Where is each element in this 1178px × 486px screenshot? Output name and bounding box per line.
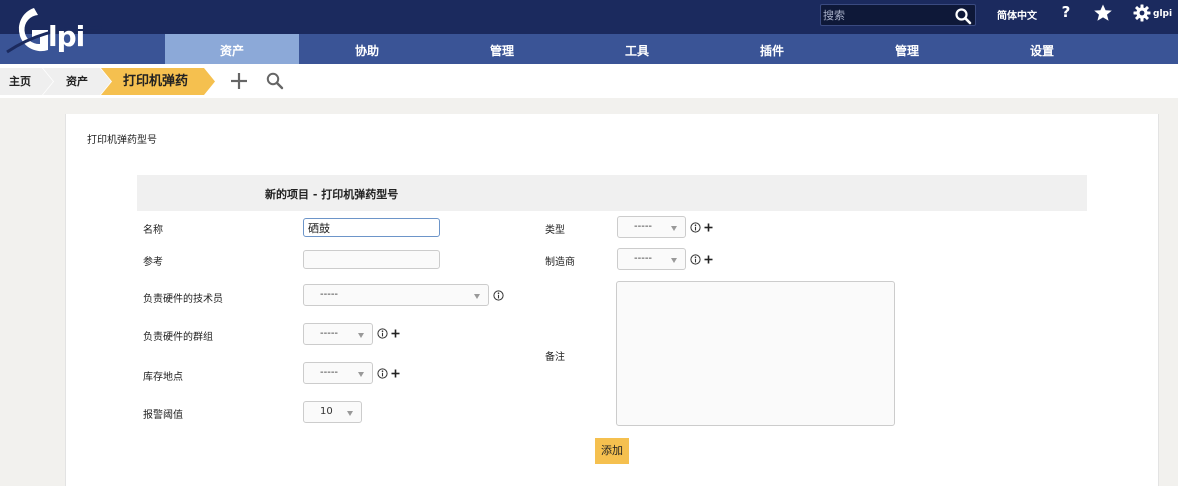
group-label: 负责硬件的群组 bbox=[143, 332, 213, 343]
star-icon[interactable] bbox=[1093, 3, 1113, 23]
menu-administration[interactable]: 管理 bbox=[840, 34, 974, 64]
menu-settings[interactable]: 设置 bbox=[975, 34, 1109, 64]
name-field[interactable] bbox=[303, 218, 440, 237]
menu-assistance[interactable]: 协助 bbox=[300, 34, 434, 64]
search-list-icon[interactable] bbox=[265, 71, 285, 91]
info-icon[interactable] bbox=[377, 368, 388, 379]
notes-textarea[interactable] bbox=[616, 281, 895, 426]
manufacturer-label: 制造商 bbox=[545, 257, 575, 268]
location-label: 库存地点 bbox=[143, 372, 183, 383]
technician-value: ----- bbox=[320, 289, 339, 300]
form-title: 新的项目 - 打印机弹药型号 bbox=[265, 188, 399, 201]
notes-label: 备注 bbox=[545, 352, 565, 363]
breadcrumb-home[interactable]: 主页 bbox=[9, 68, 31, 95]
add-type-icon[interactable] bbox=[704, 223, 713, 232]
type-label: 类型 bbox=[545, 225, 565, 236]
location-select[interactable]: ----- bbox=[303, 362, 373, 384]
page-title: 打印机弹药型号 bbox=[87, 135, 157, 146]
search-icon[interactable] bbox=[954, 7, 972, 25]
technician-label: 负责硬件的技术员 bbox=[143, 294, 223, 305]
name-label: 名称 bbox=[143, 225, 163, 236]
search-input[interactable] bbox=[823, 7, 951, 23]
reference-label: 参考 bbox=[143, 257, 163, 268]
manufacturer-select[interactable]: ----- bbox=[617, 248, 686, 270]
breadcrumb-current[interactable]: 打印机弹药 bbox=[123, 68, 188, 95]
user-name[interactable]: glpi bbox=[1153, 9, 1172, 19]
location-value: ----- bbox=[320, 367, 339, 378]
chevron-down-icon bbox=[358, 333, 364, 338]
menu-tools[interactable]: 工具 bbox=[570, 34, 704, 64]
global-search bbox=[820, 4, 976, 26]
alarm-threshold-label: 报警阈值 bbox=[143, 410, 183, 421]
technician-select[interactable]: ----- bbox=[303, 284, 489, 306]
menu-plugins[interactable]: 插件 bbox=[705, 34, 839, 64]
chevron-down-icon bbox=[474, 294, 480, 299]
info-icon[interactable] bbox=[690, 254, 701, 265]
add-location-icon[interactable] bbox=[391, 369, 400, 378]
info-icon[interactable] bbox=[690, 222, 701, 233]
menu-assets[interactable]: 资产 bbox=[165, 34, 299, 64]
top-header: 简体中文 ? glpi bbox=[0, 0, 1178, 34]
add-manufacturer-icon[interactable] bbox=[704, 255, 713, 264]
info-icon[interactable] bbox=[377, 328, 388, 339]
type-select[interactable]: ----- bbox=[617, 216, 686, 238]
chevron-down-icon bbox=[347, 411, 353, 416]
manufacturer-value: ----- bbox=[634, 253, 653, 264]
reference-field[interactable] bbox=[303, 250, 440, 269]
type-value: ----- bbox=[634, 221, 653, 232]
breadcrumb-bar: 主页 资产 打印机弹药 bbox=[0, 64, 1178, 98]
alarm-threshold-select[interactable]: 10 bbox=[303, 401, 362, 423]
add-group-icon[interactable] bbox=[391, 329, 400, 338]
alarm-threshold-value: 10 bbox=[320, 406, 333, 417]
gear-icon[interactable] bbox=[1133, 4, 1151, 22]
language-selector[interactable]: 简体中文 bbox=[997, 7, 1037, 22]
help-icon[interactable]: ? bbox=[1058, 3, 1074, 23]
chevron-down-icon bbox=[358, 372, 364, 377]
menu-management[interactable]: 管理 bbox=[435, 34, 569, 64]
add-button[interactable]: 添加 bbox=[595, 438, 629, 464]
chevron-down-icon bbox=[671, 258, 677, 263]
info-icon[interactable] bbox=[493, 290, 504, 301]
group-select[interactable]: ----- bbox=[303, 323, 373, 345]
add-icon[interactable] bbox=[229, 71, 249, 91]
chevron-down-icon bbox=[671, 226, 677, 231]
content-panel bbox=[65, 114, 1159, 486]
logo-text: lpi bbox=[48, 20, 84, 53]
group-value: ----- bbox=[320, 328, 339, 339]
breadcrumb-assets[interactable]: 资产 bbox=[66, 68, 88, 95]
main-menu: 资产 协助 管理 工具 插件 管理 设置 bbox=[0, 34, 1178, 64]
glpi-logo[interactable]: lpi bbox=[4, 2, 104, 60]
